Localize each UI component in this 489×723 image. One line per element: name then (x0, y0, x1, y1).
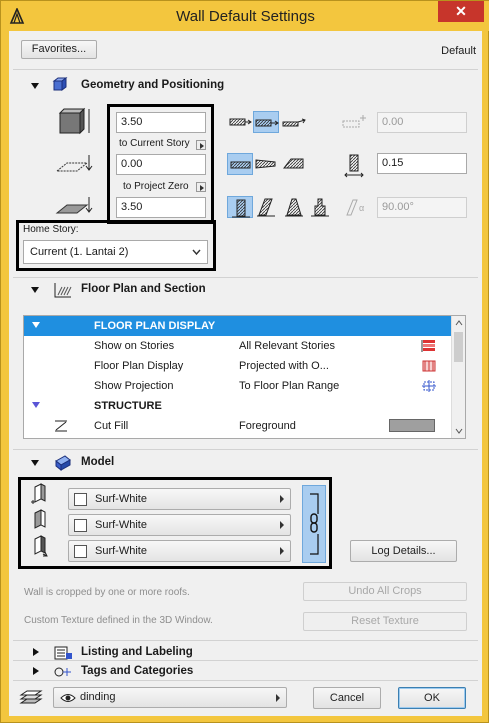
list-item-label: Show on Stories (94, 340, 175, 352)
list-item[interactable]: Show Projection To Floor Plan Range (24, 376, 452, 396)
texture-note: Custom Texture defined in the 3D Window. (24, 615, 213, 626)
group-label: FLOOR PLAN DISPLAY (94, 320, 216, 332)
vertical-wall-icon[interactable] (227, 196, 253, 218)
model-section-icon (55, 455, 71, 471)
group-label: STRUCTURE (94, 400, 162, 412)
wall-outside-face-icon[interactable] (227, 111, 253, 133)
geometry-section-header[interactable]: Geometry and Positioning (9, 75, 482, 95)
divider (13, 277, 478, 278)
svg-text:α: α (359, 203, 364, 213)
list-item[interactable]: Show on Stories All Relevant Stories (24, 336, 452, 356)
polygon-wall-icon[interactable] (281, 153, 307, 175)
scroll-down-icon[interactable] (455, 428, 463, 434)
group-expand-icon[interactable] (32, 402, 40, 408)
floorplan-settings-list[interactable]: FLOOR PLAN DISPLAY Show on Stories All R… (23, 315, 466, 439)
cut-fill-icon (55, 420, 67, 432)
floorplan-section-icon (54, 283, 72, 298)
listing-section-title: Listing and Labeling (81, 646, 193, 658)
stories-icon (421, 340, 435, 352)
window-title: Wall Default Settings (176, 8, 315, 25)
list-item-value: Foreground (239, 420, 296, 432)
submenu-arrow-icon (276, 694, 280, 702)
list-item-value: Projected with O... (239, 360, 329, 372)
listing-section-header[interactable]: Listing and Labeling (9, 642, 482, 662)
cancel-button[interactable]: Cancel (313, 687, 381, 709)
model-section-title: Model (81, 456, 115, 468)
highlight-box-heights (107, 104, 214, 224)
projection-icon (422, 380, 436, 392)
layer-name: dinding (80, 691, 116, 703)
list-group-floor-plan-display[interactable]: FLOOR PLAN DISPLAY (24, 316, 452, 336)
list-item-label: Show Projection (94, 380, 174, 392)
tags-section-header[interactable]: Tags and Categories (9, 661, 482, 681)
default-label: Default (441, 45, 476, 57)
model-section-header[interactable]: Model (9, 452, 482, 472)
list-group-structure[interactable]: STRUCTURE (24, 396, 452, 416)
double-slanted-wall-icon[interactable] (281, 196, 307, 218)
reset-texture-button: Reset Texture (303, 612, 467, 631)
wall-inside-face-icon[interactable] (281, 111, 307, 133)
floorplan-section-title: Floor Plan and Section (81, 283, 206, 295)
list-item-value: All Relevant Stories (239, 340, 335, 352)
highlight-box-home-story (16, 220, 216, 271)
thickness-field[interactable]: 0.15 (377, 153, 467, 174)
base-level-icon (55, 197, 93, 214)
close-button[interactable]: ✕ (438, 1, 484, 22)
collapse-arrow-icon[interactable] (31, 287, 39, 293)
cut-fill-swatch[interactable] (389, 419, 435, 432)
list-item[interactable]: Cut Fill Foreground (24, 416, 452, 436)
expand-arrow-icon[interactable] (33, 648, 39, 656)
thickness-icon (344, 154, 364, 178)
list-item-label: Cut Fill (94, 420, 129, 432)
geometry-icon (52, 77, 68, 91)
undo-all-crops-button: Undo All Crops (303, 582, 467, 601)
expand-arrow-icon[interactable] (33, 667, 39, 675)
tags-section-icon (54, 667, 71, 677)
log-details-button[interactable]: Log Details... (350, 540, 457, 562)
list-item[interactable]: Floor Plan Display Projected with O... (24, 356, 452, 376)
list-item-value: To Floor Plan Range (239, 380, 340, 392)
bottom-offset-icon (55, 155, 93, 172)
layer-select[interactable]: dinding (53, 687, 287, 708)
geometry-section-title: Geometry and Positioning (81, 79, 225, 91)
list-item-label: Floor Plan Display (94, 360, 184, 372)
crop-note: Wall is cropped by one or more roofs. (24, 587, 190, 598)
trapezoid-wall-icon[interactable] (253, 153, 279, 175)
straight-wall-icon[interactable] (227, 153, 253, 175)
collapse-arrow-icon[interactable] (31, 460, 39, 466)
layer-icon (19, 690, 43, 704)
wall-center-icon[interactable] (253, 111, 279, 133)
divider (13, 449, 478, 450)
divider (13, 69, 478, 70)
title-bar: Wall Default Settings ✕ (1, 1, 489, 31)
highlight-box-materials (18, 477, 332, 569)
group-expand-icon[interactable] (32, 322, 40, 328)
dialog-window: Wall Default Settings ✕ Favorites... Def… (0, 0, 489, 723)
eye-icon (60, 694, 76, 702)
tags-section-title: Tags and Categories (81, 665, 194, 677)
dialog-client: Favorites... Default Geometry and Positi… (9, 31, 482, 716)
wall-height-icon (58, 107, 90, 135)
favorites-button[interactable]: Favorites... (21, 40, 97, 59)
divider (13, 640, 478, 641)
complex-profile-wall-icon[interactable] (307, 196, 333, 218)
scroll-up-icon[interactable] (455, 320, 463, 326)
list-scrollbar[interactable] (451, 316, 465, 438)
offset-disabled-icon (342, 115, 366, 128)
collapse-arrow-icon[interactable] (31, 83, 39, 89)
scroll-thumb[interactable] (454, 332, 463, 362)
angle-disabled-icon: α (346, 199, 364, 216)
angle-field: 90.00° (377, 197, 467, 218)
floorplan-section-header[interactable]: Floor Plan and Section (9, 280, 482, 300)
floorplan-display-icon (422, 360, 436, 372)
listing-section-icon (54, 646, 72, 660)
ok-button[interactable]: OK (398, 687, 466, 709)
offset-field: 0.00 (377, 112, 467, 133)
slanted-wall-icon[interactable] (253, 196, 279, 218)
divider (13, 680, 478, 681)
